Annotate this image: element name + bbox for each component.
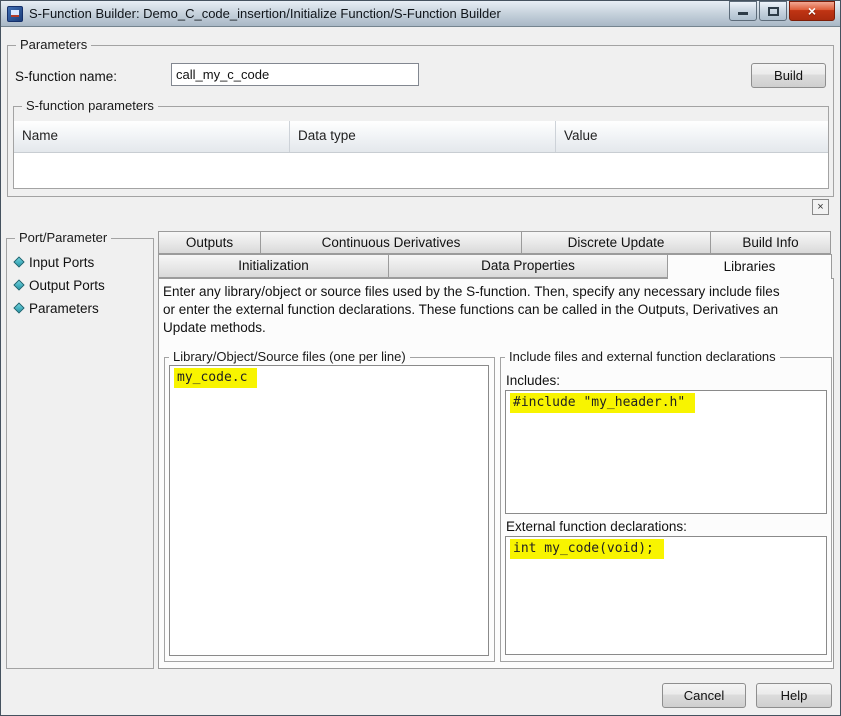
tab-libraries[interactable]: Libraries bbox=[667, 254, 832, 279]
sfunction-builder-dialog: S-Function Builder: Demo_C_code_insertio… bbox=[0, 0, 841, 716]
diamond-icon bbox=[13, 302, 25, 314]
close-button[interactable]: × bbox=[789, 1, 835, 21]
dismiss-x-icon: × bbox=[817, 201, 824, 213]
close-icon: × bbox=[807, 3, 817, 19]
tab-build-info[interactable]: Build Info bbox=[710, 231, 831, 254]
description-line: Update methods. bbox=[163, 320, 266, 335]
tab-discrete-update[interactable]: Discrete Update bbox=[521, 231, 711, 254]
sfunction-name-label: S-function name: bbox=[15, 69, 118, 84]
cancel-button[interactable]: Cancel bbox=[662, 683, 746, 708]
column-header-value: Value bbox=[564, 128, 598, 143]
column-header-name: Name bbox=[14, 121, 290, 152]
tree-item-parameters[interactable]: Parameters bbox=[13, 299, 99, 317]
titlebar[interactable]: S-Function Builder: Demo_C_code_insertio… bbox=[1, 1, 840, 27]
minimize-button[interactable] bbox=[729, 1, 757, 21]
parameters-legend: Parameters bbox=[16, 37, 92, 52]
window-controls: × bbox=[729, 1, 835, 21]
tree-item-output-ports[interactable]: Output Ports bbox=[13, 276, 105, 294]
source-files-editor[interactable]: my_code.c bbox=[169, 365, 489, 656]
app-icon bbox=[7, 6, 23, 22]
maximize-icon bbox=[768, 7, 779, 16]
includes-editor[interactable]: #include "my_header.h" bbox=[505, 390, 827, 514]
libraries-description: Enter any library/object or source files… bbox=[163, 283, 833, 337]
tab-data-properties[interactable]: Data Properties bbox=[388, 254, 668, 278]
sfunction-name-input[interactable] bbox=[171, 63, 419, 86]
description-line: or enter the external function declarati… bbox=[163, 302, 779, 317]
minimize-icon bbox=[738, 12, 748, 15]
includes-content: #include "my_header.h" bbox=[510, 393, 696, 413]
tab-outputs[interactable]: Outputs bbox=[158, 231, 261, 254]
external-declarations-editor[interactable]: int my_code(void); bbox=[505, 536, 827, 655]
description-line: Enter any library/object or source files… bbox=[163, 284, 780, 299]
dismiss-parameters-button[interactable]: × bbox=[812, 199, 829, 215]
build-button[interactable]: Build bbox=[751, 63, 826, 88]
window-title: S-Function Builder: Demo_C_code_insertio… bbox=[29, 6, 501, 21]
sfunction-parameters-legend: S-function parameters bbox=[22, 98, 158, 113]
source-files-legend: Library/Object/Source files (one per lin… bbox=[169, 349, 410, 364]
port-parameter-legend: Port/Parameter bbox=[15, 230, 112, 245]
includes-group-legend: Include files and external function decl… bbox=[505, 349, 780, 364]
maximize-button[interactable] bbox=[759, 1, 787, 21]
tab-continuous-derivatives[interactable]: Continuous Derivatives bbox=[260, 231, 522, 254]
external-declarations-content: int my_code(void); bbox=[510, 539, 664, 559]
source-files-content: my_code.c bbox=[174, 368, 258, 388]
tab-initialization[interactable]: Initialization bbox=[158, 254, 389, 278]
tab-row-2: Initialization Data Properties Libraries bbox=[158, 254, 832, 279]
tab-row-1: Outputs Continuous Derivatives Discrete … bbox=[158, 231, 831, 254]
column-header-data-type: Data type bbox=[290, 121, 556, 152]
diamond-icon bbox=[13, 256, 25, 268]
includes-label: Includes: bbox=[506, 373, 561, 388]
external-declarations-label: External function declarations: bbox=[506, 519, 687, 534]
help-button[interactable]: Help bbox=[756, 683, 832, 708]
tree-item-input-ports[interactable]: Input Ports bbox=[13, 253, 94, 271]
parameters-table-header: Name Data type Value bbox=[14, 121, 828, 153]
parameters-table-body[interactable] bbox=[14, 153, 828, 188]
diamond-icon bbox=[13, 279, 25, 291]
